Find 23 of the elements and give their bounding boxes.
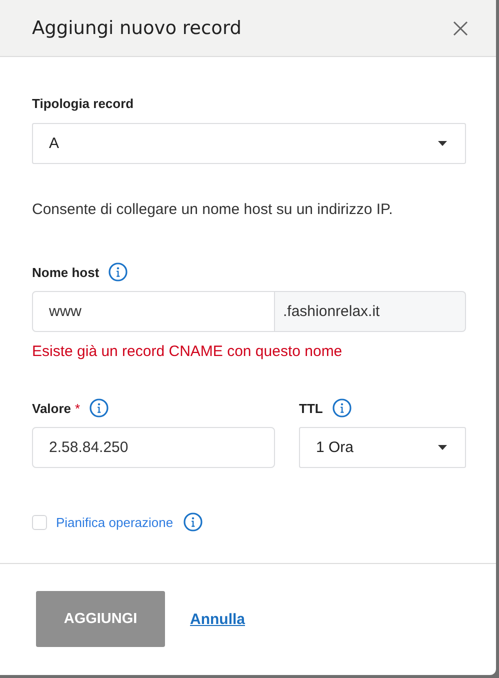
host-input[interactable]: www <box>32 291 275 332</box>
caret-icon <box>438 141 447 146</box>
dialog-title: Aggiungi nuovo record <box>32 18 242 38</box>
domain-suffix: .fashionrelax.it <box>275 291 466 332</box>
value-input[interactable]: 2.58.84.250 <box>32 427 275 468</box>
field-label: Tipologia record <box>32 96 134 110</box>
description-text: Consente di collegare un nome host su un indirizzo IP. <box>32 201 394 218</box>
info-icon[interactable] <box>332 398 352 418</box>
checkbox-label[interactable]: Pianifica operazione <box>56 514 174 530</box>
ttl-select[interactable]: 1 Ora <box>299 427 466 468</box>
field-label: Valore <box>32 400 72 416</box>
info-icon[interactable] <box>108 262 128 282</box>
field-label: Nome host <box>32 264 100 280</box>
close-icon[interactable] <box>453 20 468 36</box>
field-label: TTL <box>299 400 323 416</box>
error-message: Esiste già un record CNAME con questo nome <box>32 343 344 360</box>
caret-icon <box>438 445 447 450</box>
required-mark: * <box>75 400 80 416</box>
cancel-link[interactable]: Annulla <box>190 611 245 628</box>
checkbox[interactable] <box>32 514 47 530</box>
info-icon[interactable] <box>89 398 110 418</box>
record-type-select[interactable]: A <box>32 123 466 164</box>
info-icon[interactable] <box>183 512 204 532</box>
